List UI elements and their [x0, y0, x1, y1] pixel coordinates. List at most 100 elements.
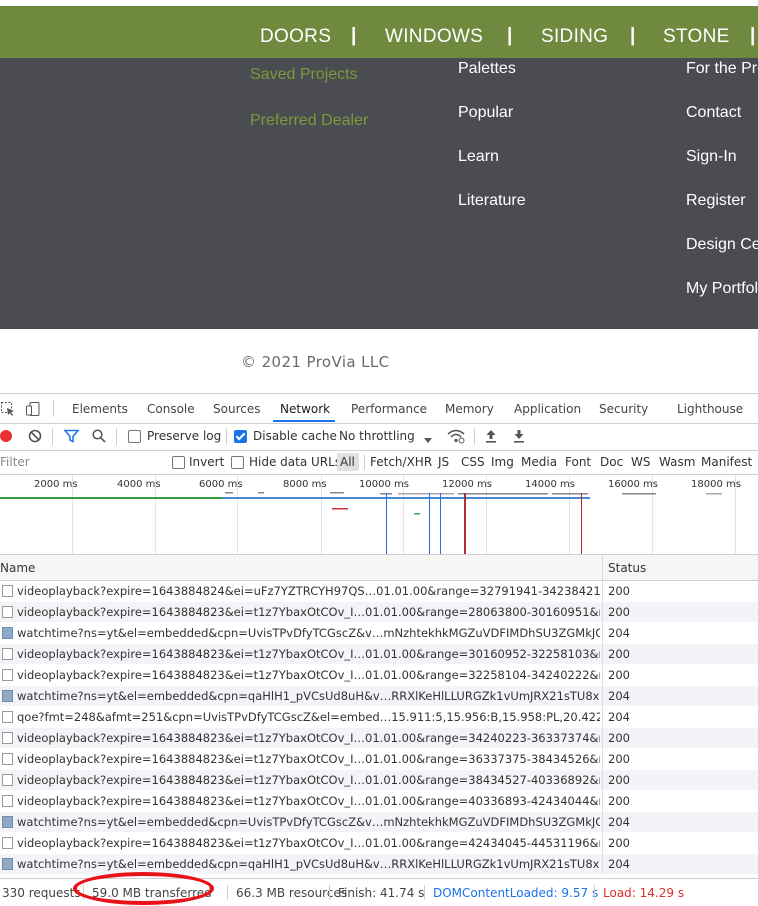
table-row[interactable]: videoplayback?expire=1643884823&ei=t1z7Y… [0, 791, 758, 811]
footer-link-learn[interactable]: Learn [458, 148, 499, 166]
table-row[interactable]: videoplayback?expire=1643884824&ei=uFz7Y… [0, 581, 758, 601]
filter-type-js[interactable]: JS [438, 455, 449, 469]
request-name: videoplayback?expire=1643884823&ei=t1z7Y… [17, 605, 600, 619]
dom-content-loaded-time: DOMContentLoaded: 9.57 s [433, 886, 599, 900]
table-row[interactable]: watchtime?ns=yt&el=embedded&cpn=qaHlH1_p… [0, 854, 758, 874]
document-file-icon [2, 816, 13, 828]
request-status: 200 [608, 647, 630, 661]
finish-time: Finish: 41.74 s [338, 886, 425, 900]
devtools-tab-bar: Elements Console Sources Network Perform… [0, 394, 758, 424]
request-count: 330 requests [2, 886, 81, 900]
media-file-icon [2, 711, 13, 723]
filter-icon[interactable] [63, 429, 80, 446]
media-file-icon [2, 585, 13, 597]
filter-type-manifest[interactable]: Manifest [701, 455, 752, 469]
media-file-icon [2, 669, 13, 681]
caret-down-icon[interactable] [424, 433, 432, 447]
footer-link-my-portfolio[interactable]: My Portfoli [686, 280, 758, 298]
import-har-icon[interactable] [485, 429, 497, 446]
footer-link-sign-in[interactable]: Sign-In [686, 148, 737, 166]
nav-windows[interactable]: WINDOWS [385, 26, 483, 48]
footer-link-contact[interactable]: Contact [686, 104, 741, 122]
filter-type-css[interactable]: CSS [461, 455, 485, 469]
hide-data-urls-checkbox[interactable] [231, 456, 244, 469]
throttling-select[interactable]: No throttling [339, 429, 415, 443]
filter-type-img[interactable]: Img [491, 455, 514, 469]
nav-separator: | [507, 25, 513, 46]
footer-link-preferred-dealer[interactable]: Preferred Dealer [250, 112, 368, 130]
footer-link-palettes[interactable]: Palettes [458, 60, 516, 78]
timeline-waterfall-overview [0, 492, 722, 554]
invert-label: Invert [189, 455, 225, 469]
table-row[interactable]: watchtime?ns=yt&el=embedded&cpn=UvisTPvD… [0, 623, 758, 643]
table-row[interactable]: videoplayback?expire=1643884823&ei=t1z7Y… [0, 665, 758, 685]
nav-siding[interactable]: SIDING [541, 26, 608, 48]
table-row[interactable]: watchtime?ns=yt&el=embedded&cpn=UvisTPvD… [0, 812, 758, 832]
request-name: videoplayback?expire=1643884823&ei=t1z7Y… [17, 731, 600, 745]
inspect-element-icon[interactable] [0, 401, 16, 420]
table-row[interactable]: watchtime?ns=yt&el=embedded&cpn=qaHlH1_p… [0, 686, 758, 706]
toolbar-divider [116, 428, 117, 445]
tab-lighthouse[interactable]: Lighthouse [677, 402, 743, 416]
column-divider [602, 581, 603, 601]
export-har-icon[interactable] [513, 429, 525, 446]
table-row[interactable]: videoplayback?expire=1643884823&ei=t1z7Y… [0, 770, 758, 790]
request-name: videoplayback?expire=1643884823&ei=t1z7Y… [17, 773, 600, 787]
column-divider[interactable] [602, 555, 603, 580]
filter-type-media[interactable]: Media [521, 455, 557, 469]
column-header-status[interactable]: Status [608, 561, 646, 575]
main-nav-bar: DOORS | WINDOWS | SIDING | STONE | [0, 6, 758, 58]
request-name: watchtime?ns=yt&el=embedded&cpn=qaHlH1_p… [17, 689, 600, 703]
footer-link-literature[interactable]: Literature [458, 192, 526, 210]
footer-link-saved-projects[interactable]: Saved Projects [250, 66, 358, 84]
column-divider [602, 665, 603, 685]
filter-type-fetch-xhr[interactable]: Fetch/XHR [370, 455, 432, 469]
filter-type-all[interactable]: All [340, 455, 355, 469]
tab-application[interactable]: Application [514, 402, 581, 416]
tab-elements[interactable]: Elements [72, 402, 128, 416]
table-row[interactable]: videoplayback?expire=1643884823&ei=t1z7Y… [0, 602, 758, 622]
nav-stone[interactable]: STONE [663, 26, 730, 48]
search-icon[interactable] [92, 429, 106, 446]
footer-link-design-center[interactable]: Design Ce [686, 236, 758, 254]
footer-link-popular[interactable]: Popular [458, 104, 513, 122]
table-row[interactable]: qoe?fmt=248&afmt=251&cpn=UvisTPvDfyTCGsc… [0, 707, 758, 727]
column-header-name[interactable]: Name [0, 561, 35, 575]
filter-type-wasm[interactable]: Wasm [659, 455, 695, 469]
table-row[interactable]: videoplayback?expire=1643884823&ei=t1z7Y… [0, 833, 758, 853]
record-icon[interactable] [0, 430, 12, 442]
site-footer: Saved Projects Preferred Dealer Palettes… [0, 58, 758, 329]
status-divider [594, 885, 595, 900]
nav-doors[interactable]: DOORS [260, 26, 331, 48]
footer-link-for-the-pro[interactable]: For the Pro [686, 60, 758, 78]
timeline-overview[interactable]: 2000 ms 4000 ms 6000 ms 8000 ms 10000 ms… [0, 475, 758, 555]
status-divider [329, 885, 330, 900]
table-row[interactable]: videoplayback?expire=1643884823&ei=t1z7Y… [0, 644, 758, 664]
tab-console[interactable]: Console [147, 402, 195, 416]
network-conditions-icon[interactable] [447, 428, 465, 447]
clear-icon[interactable] [28, 429, 42, 446]
tab-sources[interactable]: Sources [213, 402, 260, 416]
column-divider [602, 623, 603, 643]
request-name: videoplayback?expire=1643884824&ei=uFz7Y… [17, 584, 600, 598]
footer-link-register[interactable]: Register [686, 192, 746, 210]
filter-type-ws[interactable]: WS [631, 455, 650, 469]
tab-performance[interactable]: Performance [351, 402, 427, 416]
device-toolbar-icon[interactable] [25, 401, 41, 420]
filter-type-font[interactable]: Font [565, 455, 591, 469]
resources-size: 66.3 MB resources [236, 886, 348, 900]
table-row[interactable]: videoplayback?expire=1643884823&ei=t1z7Y… [0, 749, 758, 769]
table-row[interactable]: videoplayback?expire=1643884823&ei=t1z7Y… [0, 728, 758, 748]
filter-type-doc[interactable]: Doc [600, 455, 623, 469]
preserve-log-checkbox[interactable] [128, 430, 141, 443]
invert-checkbox[interactable] [172, 456, 185, 469]
tab-security[interactable]: Security [599, 402, 648, 416]
filter-input[interactable] [0, 453, 155, 471]
disable-cache-checkbox[interactable] [234, 430, 247, 443]
tab-memory[interactable]: Memory [445, 402, 494, 416]
request-status: 200 [608, 794, 630, 808]
tab-network[interactable]: Network [280, 402, 330, 416]
preserve-log-label: Preserve log [147, 429, 222, 443]
status-divider [227, 885, 228, 900]
request-name: watchtime?ns=yt&el=embedded&cpn=UvisTPvD… [17, 815, 600, 829]
